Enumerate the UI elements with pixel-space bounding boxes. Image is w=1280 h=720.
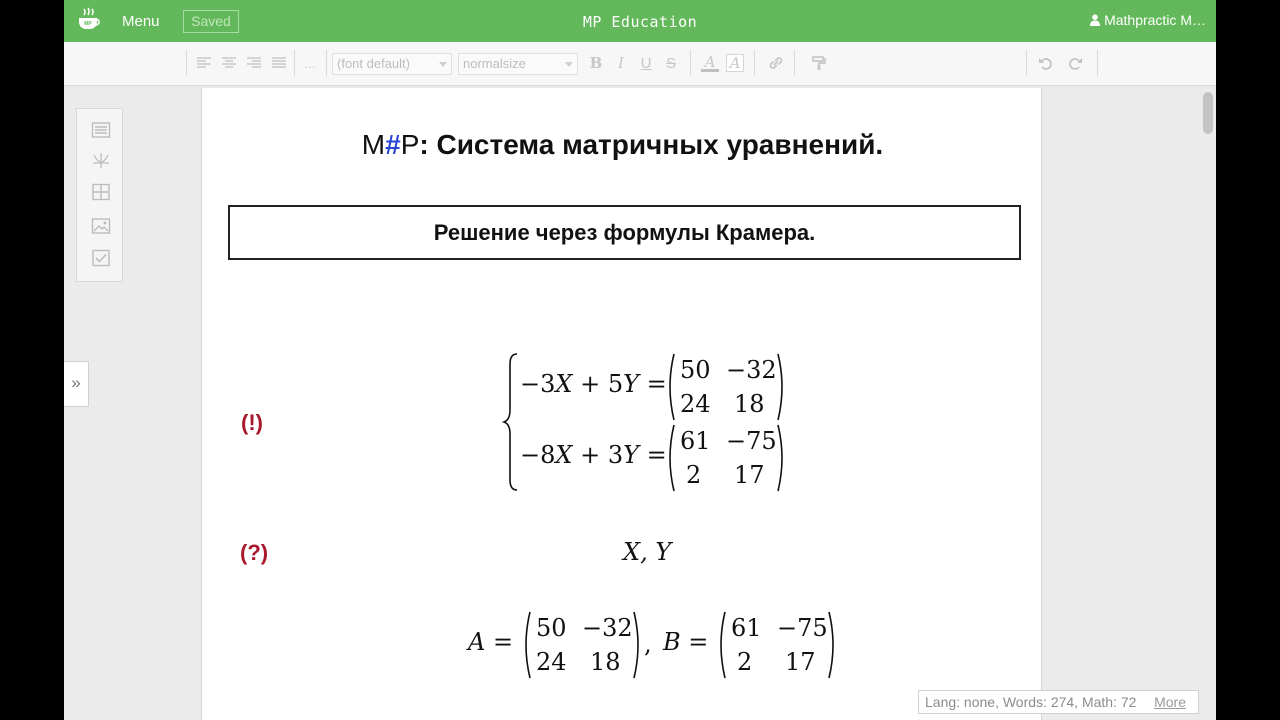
graph-icon[interactable] [91,151,111,169]
given-marker: (!) [241,410,263,435]
document-page[interactable]: M#P: Система матричных уравнений. Решени… [201,88,1042,720]
matrix-cell: −32 [726,356,777,384]
editor-app: MP Menu Saved MP Education Mathpractic M… [64,0,1216,720]
status-bar: Lang: none, Words: 274, Math: 72 More [918,690,1199,714]
subtitle-box: Решение через формулы Крамера. [228,205,1021,260]
align-right-icon[interactable] [245,54,263,72]
a-matrix: 50 −32 24 18 [520,610,644,680]
bold-button[interactable]: B [587,54,605,72]
user-name-label: Mathpractic M… [1104,12,1206,28]
toolbar-divider [294,50,295,76]
toolbar-divider [794,50,795,76]
matrix-cell: 2 [737,648,753,676]
user-menu-link[interactable]: Mathpractic M… [1090,12,1206,28]
eq2-matrix: 61 −75 2 17 [664,423,788,493]
strikethrough-button[interactable]: S [662,54,680,72]
chevron-down-icon [565,62,573,67]
expand-panel-button[interactable]: » [64,361,89,407]
matrix-cell: −32 [582,614,633,642]
paren-right [828,611,834,679]
matrix-cell: −75 [777,614,828,642]
underline-button[interactable]: U [637,54,655,72]
b-label: B = [663,628,709,656]
matrix-cell: 17 [785,648,816,676]
document-title: M#P: Система матричных уравнений. [202,129,1043,161]
paren-left [669,353,675,421]
brand-hash: # [385,129,401,160]
matrix-cell: 61 [680,427,711,455]
paren-left [720,611,726,679]
formatting-toolbar: ... (font default) normalsize B I U S A … [64,42,1216,86]
text-block-icon[interactable] [91,121,111,139]
brand-p: P [400,129,420,160]
eq2-lhs: −8X + 3Y = [520,441,667,469]
paren-left [669,424,675,492]
matrix-cell: 61 [731,614,762,642]
paren-left [525,611,531,679]
system-brace [502,353,518,491]
definition-separator: , [644,630,652,658]
align-justify-icon[interactable] [270,54,288,72]
matrix-cell: −75 [726,427,777,455]
paren-right [777,353,783,421]
matrix-cell: 18 [734,390,765,418]
matrix-cell: 50 [536,614,567,642]
toolbar-divider [186,50,187,76]
highlight-button[interactable]: A [726,54,744,72]
redo-icon[interactable] [1066,54,1084,72]
toolbar-divider [1097,50,1098,76]
table-icon[interactable] [91,183,111,201]
question-marker: (?) [240,540,269,565]
align-center-icon[interactable] [220,54,238,72]
chevron-down-icon [439,62,447,67]
matrix-cell: 18 [590,648,621,676]
font-family-select[interactable]: (font default) [332,53,452,75]
paint-format-icon[interactable] [810,54,828,72]
toolbar-divider [1026,50,1027,76]
insert-side-panel [76,108,123,282]
matrix-cell: 24 [536,648,567,676]
unknowns-expression[interactable]: X, Y [623,538,671,566]
status-text: Lang: none, Words: 274, Math: 72 [925,694,1137,710]
vertical-scrollbar[interactable] [1200,86,1216,720]
eq1-matrix: 50 −32 24 18 [664,352,788,422]
font-size-select[interactable]: normalsize [458,53,578,75]
matrix-cell: 2 [686,461,702,489]
status-more-link[interactable]: More [1154,691,1186,713]
paren-right [777,424,783,492]
paren-right [633,611,639,679]
undo-icon[interactable] [1037,54,1055,72]
matrix-cell: 17 [734,461,765,489]
align-left-icon[interactable] [195,54,213,72]
font-size-value: normalsize [463,56,526,71]
top-bar: MP Menu Saved MP Education Mathpractic M… [64,0,1216,42]
font-family-value: (font default) [337,56,410,71]
brand-m: M [361,129,386,160]
a-label: A = [468,628,514,656]
link-icon[interactable] [767,54,785,72]
text-color-button[interactable]: A [701,53,719,72]
more-tools-button[interactable]: ... [301,54,319,72]
toolbar-divider [754,50,755,76]
image-icon[interactable] [91,217,111,235]
scrollbar-thumb[interactable] [1203,92,1213,134]
b-matrix: 61 −75 2 17 [715,610,839,680]
eq1-lhs: −3X + 5Y = [520,370,667,398]
toolbar-divider [690,50,691,76]
checkbox-icon[interactable] [91,249,111,267]
toolbar-divider [326,50,327,76]
italic-button[interactable]: I [612,54,630,72]
title-text: : Система матричных уравнений. [419,129,884,160]
matrix-cell: 24 [680,390,711,418]
matrix-cell: 50 [680,356,711,384]
user-icon [1090,14,1101,26]
app-title: MP Education [582,13,698,31]
